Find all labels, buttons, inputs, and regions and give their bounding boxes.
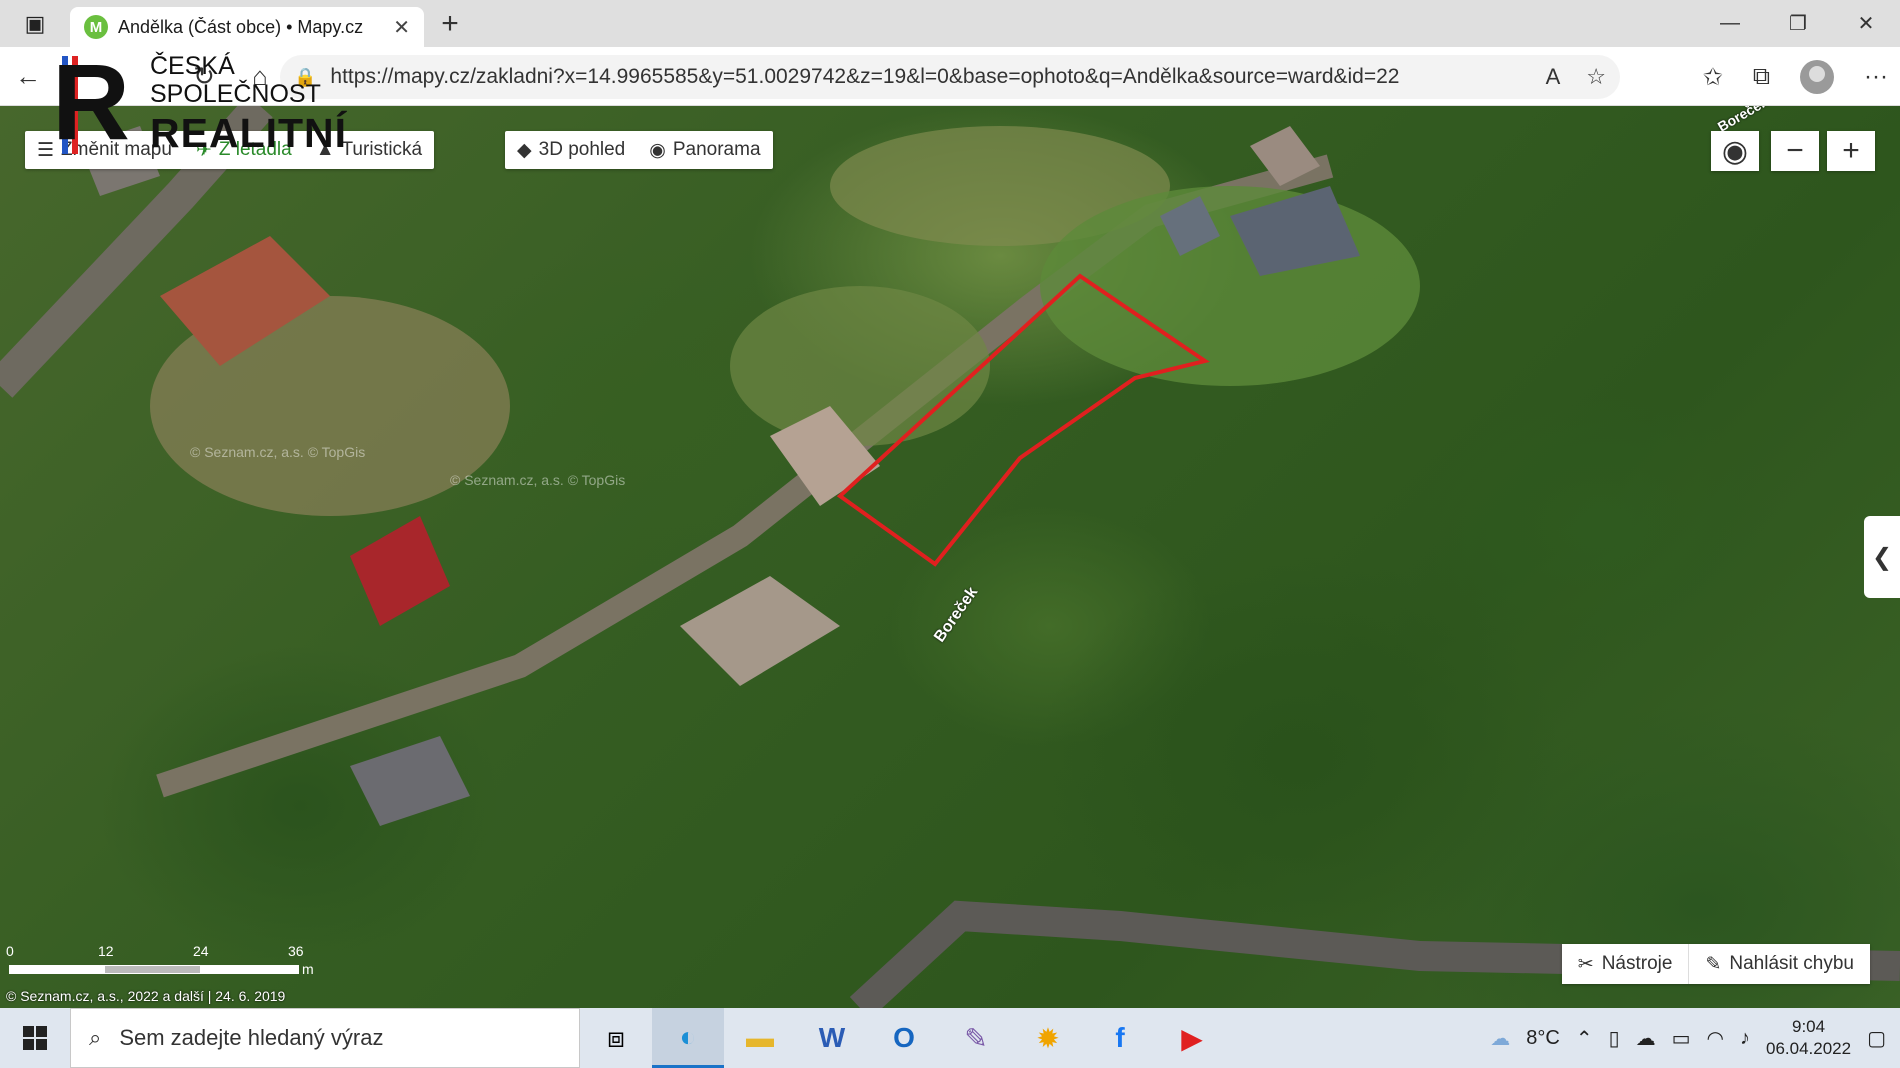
scale-tick-12: 12 [98,943,114,959]
3d-view-label: 3D pohled [538,139,626,160]
company-logo: R ČESKÁ SPOLEČNOST REALITNÍ [52,41,372,162]
zoom-controls: ◉ − + [1711,131,1875,171]
logo-line1: ČESKÁ [150,52,235,80]
close-window-icon[interactable]: ✕ [1832,0,1900,47]
profile-avatar[interactable] [1800,60,1835,94]
view-switcher: ◆ 3D pohled ◉ Panorama [505,131,773,169]
outlook-icon[interactable]: O [868,1008,940,1068]
word-icon[interactable]: W [796,1008,868,1068]
chevron-up-icon[interactable]: ⌃ [1576,1026,1593,1051]
eye-icon: ◉ [649,139,666,161]
tab-title: Andělka (Část obce) • Mapy.cz [118,16,364,37]
map-watermark-2: © Seznam.cz, a.s. © TopGis [450,472,626,488]
building-dark-roof [350,736,470,826]
copyright-text[interactable]: © Seznam.cz, a.s., 2022 a další | 24. 6.… [6,988,285,1004]
wifi-icon[interactable]: ◠ [1707,1026,1724,1051]
volume-icon[interactable]: ♪ [1740,1027,1750,1050]
zoom-out-button[interactable]: − [1771,131,1819,171]
aerial-map[interactable]: Boreček Boreček © Seznam.cz, a.s. © TopG… [0,106,1900,1008]
windows-icon [23,1026,47,1050]
battery-icon[interactable]: ▭ [1672,1026,1691,1051]
file-explorer-icon[interactable]: ▬ [724,1008,796,1068]
locate-button[interactable]: ◉ [1711,131,1759,171]
tools-label: Nástroje [1601,953,1673,974]
new-tab-button[interactable]: + [424,0,476,47]
start-button[interactable] [0,1008,70,1068]
map-scale: 0 12 24 36 m [6,941,316,981]
building-red-roof [350,516,450,626]
scale-unit: m [302,961,314,977]
window-controls: — ❐ ✕ [1696,0,1900,47]
scale-tick-36: 36 [288,943,304,959]
scale-bar [9,965,299,974]
facebook-icon[interactable]: f [1084,1008,1156,1068]
restore-icon[interactable]: ❐ [1764,0,1832,47]
add-favorite-icon[interactable]: ☆ [1586,64,1606,90]
clock[interactable]: 9:04 06.04.2022 [1766,1016,1851,1060]
more-menu-icon[interactable]: ··· [1864,63,1888,91]
logo-line2: SPOLEČNOST [150,80,321,108]
weather-cloud-icon[interactable]: ☁ [1490,1026,1510,1051]
panorama-button[interactable]: ◉ Panorama [637,131,772,169]
panorama-label: Panorama [672,139,761,160]
address-bar[interactable]: 🔒 https://mapy.cz/zakladni?x=14.9965585&… [280,55,1620,99]
minimize-icon[interactable]: — [1696,0,1764,47]
windows-taskbar: ⌕ Sem zadejte hledaný výraz ⧈ ◐ ▬ W O ✎ … [0,1008,1900,1068]
search-placeholder: Sem zadejte hledaný výraz [119,1025,384,1050]
logo-line3: REALITNÍ [150,110,348,156]
search-icon: ⌕ [89,1025,102,1050]
favorites-icon[interactable]: ✩ [1703,63,1723,92]
youtube-icon[interactable]: ▶ [1156,1008,1228,1068]
expand-panel-button[interactable]: ❮ [1864,516,1900,598]
map-features [0,106,1900,1008]
clock-date: 06.04.2022 [1766,1039,1852,1058]
3d-view-button[interactable]: ◆ 3D pohled [505,131,637,169]
edge-icon[interactable]: ◐ [652,1008,724,1068]
scale-tick-0: 0 [6,943,14,959]
pencil-icon: ✎ [1705,953,1722,975]
toolbar-right: ✩ ⧉ ··· [1703,55,1888,99]
back-button[interactable]: ← [0,47,56,106]
cube-icon: ◆ [517,139,532,161]
task-view-icon[interactable]: ⧈ [580,1008,652,1068]
tools-icon: ✂ [1577,953,1594,975]
report-label: Nahlásit chybu [1729,953,1854,974]
building-grey-roof [680,576,840,686]
logo-letter: R [52,41,130,162]
close-tab-icon[interactable]: ✕ [393,15,410,40]
map-watermark: © Seznam.cz, a.s. © TopGis [190,444,366,460]
tab-actions-icon[interactable]: ▣ [0,0,70,47]
temperature[interactable]: 8°C [1526,1027,1560,1050]
taskbar-search[interactable]: ⌕ Sem zadejte hledaný výraz [70,1008,580,1068]
paint-icon[interactable]: ✎ [940,1008,1012,1068]
tools-panel: ✂ Nástroje ✎ Nahlásit chybu [1561,944,1870,984]
system-tray: ☁ 8°C ⌃ ▯ ☁ ▭ ◠ ♪ 9:04 06.04.2022 ▢ [1490,1008,1900,1068]
read-aloud-icon[interactable]: A [1546,64,1561,90]
onedrive-cloud-icon[interactable]: ☁ [1636,1026,1656,1051]
scale-tick-24: 24 [193,943,209,959]
tab-strip: ▣ M Andělka (Část obce) • Mapy.cz ✕ + — … [0,0,1900,47]
tools-button[interactable]: ✂ Nástroje [1562,944,1689,984]
mapy-favicon-icon: M [84,15,108,39]
sunflower-app-icon[interactable]: ✹ [1012,1008,1084,1068]
zoom-in-button[interactable]: + [1827,131,1875,171]
clock-time: 9:04 [1792,1017,1826,1036]
collections-icon[interactable]: ⧉ [1753,63,1770,91]
notifications-icon[interactable]: ▢ [1867,1026,1886,1051]
report-error-button[interactable]: ✎ Nahlásit chybu [1688,944,1870,984]
url-text[interactable]: https://mapy.cz/zakladni?x=14.9965585&y=… [330,65,1531,89]
device-icon[interactable]: ▯ [1609,1026,1620,1051]
